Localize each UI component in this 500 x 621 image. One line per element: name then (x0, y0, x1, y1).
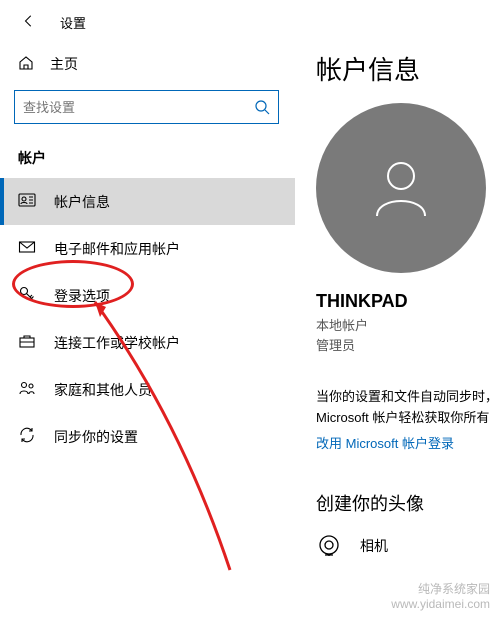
sync-desc-2: Microsoft 帐户轻松获取你所有 (316, 408, 500, 429)
search-input[interactable] (23, 100, 254, 115)
key-icon (18, 285, 36, 306)
nav-work-school[interactable]: 连接工作或学校帐户 (0, 319, 295, 366)
nav-email-apps[interactable]: 电子邮件和应用帐户 (0, 225, 295, 272)
left-sidebar: 主页 帐户 帐户信息 电子邮件和应用帐户 登录选项 连接工作或学校帐户 (0, 46, 295, 460)
detail-pane: 帐户信息 THINKPAD 本地帐户 管理员 当你的设置和文件自动同步时， Mi… (316, 46, 500, 561)
nav-signin-options[interactable]: 登录选项 (0, 272, 295, 319)
camera-label: 相机 (360, 536, 388, 556)
nav-family[interactable]: 家庭和其他人员 (0, 366, 295, 413)
section-accounts-label: 帐户 (0, 134, 295, 178)
people-icon (18, 379, 36, 400)
sync-desc-1: 当你的设置和文件自动同步时， (316, 387, 500, 408)
nav-label: 同步你的设置 (54, 427, 138, 447)
user-icon (367, 154, 435, 222)
create-avatar-title: 创建你的头像 (316, 490, 500, 516)
search-input-container[interactable] (14, 90, 279, 124)
account-info-icon (18, 191, 36, 212)
home-item[interactable]: 主页 (0, 46, 295, 82)
camera-icon (316, 532, 342, 561)
home-icon (18, 55, 34, 74)
account-role: 管理员 (316, 336, 500, 356)
nav-label: 电子邮件和应用帐户 (54, 239, 180, 259)
watermark: 纯净系统家园 www.yidaimei.com (391, 582, 490, 613)
nav-label: 家庭和其他人员 (54, 380, 152, 400)
camera-option[interactable]: 相机 (316, 532, 500, 561)
nav-account-info[interactable]: 帐户信息 (0, 178, 295, 225)
ms-account-link[interactable]: 改用 Microsoft 帐户登录 (316, 433, 500, 452)
username: THINKPAD (316, 291, 500, 312)
back-button[interactable] (18, 10, 40, 35)
nav-label: 连接工作或学校帐户 (54, 333, 180, 353)
detail-title: 帐户信息 (316, 50, 500, 87)
sync-icon (18, 426, 36, 447)
account-local: 本地帐户 (316, 316, 500, 336)
avatar (316, 103, 486, 273)
settings-title: 设置 (60, 13, 86, 32)
nav-label: 帐户信息 (54, 192, 110, 212)
nav-sync[interactable]: 同步你的设置 (0, 413, 295, 460)
briefcase-icon (18, 332, 36, 353)
email-icon (18, 238, 36, 259)
search-icon (254, 99, 270, 115)
nav-label: 登录选项 (54, 286, 110, 306)
home-label: 主页 (50, 54, 78, 74)
